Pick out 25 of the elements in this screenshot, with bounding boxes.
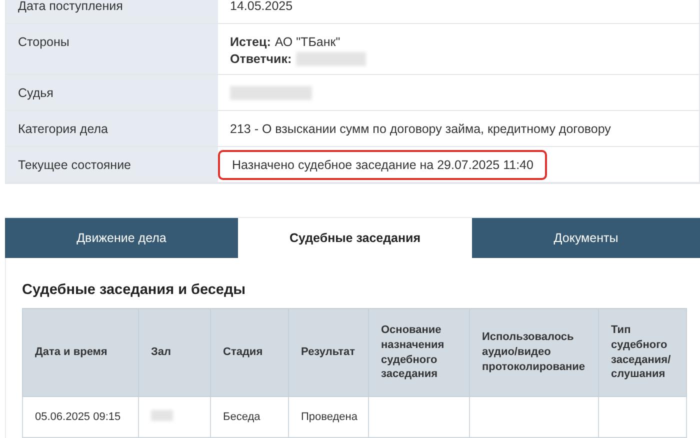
tab[interactable]: Движение дела xyxy=(5,218,238,258)
redacted-block xyxy=(296,52,366,66)
column-header: Основание назначения судебного заседания xyxy=(368,308,470,396)
tab[interactable]: Документы xyxy=(472,218,700,258)
column-header: Использовалось аудио/видео протоколирование xyxy=(470,308,598,396)
field-value: 14.05.2025 xyxy=(229,0,294,14)
table-cell: Беседа xyxy=(210,396,288,438)
table-cell: 05.06.2025 09:15 xyxy=(22,396,138,438)
column-header: Тип судебного заседания/ слушания xyxy=(598,308,686,396)
field-label: Категория дела xyxy=(6,111,218,146)
column-header: Зал xyxy=(138,308,210,396)
column-header: Результат xyxy=(288,308,368,396)
field-value: Назначено судебное заседание на 29.07.2025 11:40 xyxy=(232,158,534,172)
column-header: Дата и время xyxy=(22,308,138,396)
party-name: АО "ТБанк" xyxy=(274,35,340,49)
party-role: Ответчик: xyxy=(230,52,292,66)
field-label: Судья xyxy=(6,75,218,110)
field-label: Дата поступления xyxy=(6,0,218,23)
column-header: Стадия xyxy=(210,308,288,396)
field-label: Текущее состояние xyxy=(6,147,218,182)
table-cell: Проведена xyxy=(288,396,368,438)
field-value: 213 - О взыскании сумм по договору займа, кредитному договору xyxy=(229,120,612,138)
field-label: Стороны xyxy=(6,24,218,74)
section-title: Судебные заседания и беседы xyxy=(22,282,247,298)
party-role: Истец: xyxy=(230,35,271,49)
